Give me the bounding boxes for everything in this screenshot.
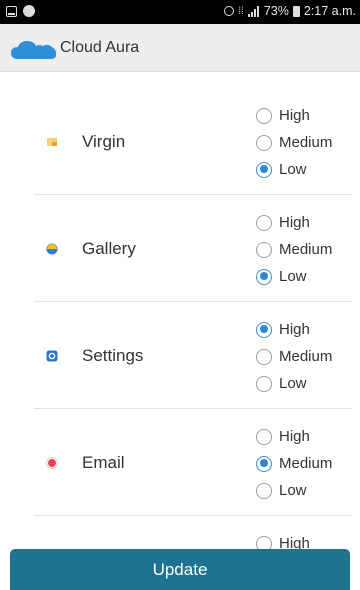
cloud-logo-icon — [11, 41, 57, 59]
settings-app-icon — [46, 350, 58, 362]
app-name: Settings — [82, 346, 144, 365]
app-priority-list: Virgin High Medium Low Gallery High Medi… — [0, 88, 360, 556]
option-low[interactable]: Low — [256, 477, 332, 504]
radio-high[interactable] — [256, 428, 272, 445]
clock: 2:17 a.m. — [303, 4, 356, 18]
vibrate-icon: ⁞⁞ — [238, 5, 244, 17]
option-medium[interactable]: Medium — [256, 129, 332, 156]
option-medium[interactable]: Medium — [256, 343, 332, 370]
whatsapp-notification-icon — [23, 5, 35, 17]
option-label: Low — [279, 161, 307, 178]
option-low[interactable]: Low — [256, 263, 332, 290]
app-bar: Cloud Aura — [0, 24, 360, 72]
priority-radio-group: High Medium Low — [256, 423, 332, 504]
option-label: High — [279, 107, 310, 124]
update-button[interactable]: Update — [10, 549, 350, 590]
app-name: Virgin — [82, 132, 126, 151]
option-label: High — [279, 214, 310, 231]
app-name: Gallery — [82, 239, 136, 258]
option-label: Medium — [279, 241, 333, 258]
option-medium[interactable]: Medium — [256, 236, 332, 263]
signal-icon — [247, 5, 260, 17]
option-medium[interactable]: Medium — [256, 450, 332, 477]
option-label: Medium — [279, 455, 333, 472]
status-left-icons — [6, 5, 35, 17]
radio-high[interactable] — [256, 321, 272, 338]
gallery-notification-icon — [6, 5, 17, 17]
radio-low[interactable] — [256, 375, 272, 392]
list-item-email: Email High Medium Low — [0, 409, 360, 516]
radio-low[interactable] — [256, 268, 272, 285]
option-label: Medium — [279, 348, 333, 365]
option-high[interactable]: High — [256, 102, 332, 129]
option-label: High — [279, 321, 310, 338]
battery-icon — [292, 5, 300, 17]
radio-medium[interactable] — [256, 455, 272, 472]
radio-high[interactable] — [256, 107, 272, 124]
list-item-virgin: Virgin High Medium Low — [0, 88, 360, 195]
priority-radio-group: High Medium Low — [256, 102, 332, 183]
list-item-gallery: Gallery High Medium Low — [0, 195, 360, 302]
virgin-app-icon — [47, 138, 57, 146]
radio-low[interactable] — [256, 482, 272, 499]
option-label: Low — [279, 482, 307, 499]
option-high[interactable]: High — [256, 209, 332, 236]
app-title: Cloud Aura — [60, 39, 140, 56]
radio-high[interactable] — [256, 214, 272, 231]
list-item-settings: Settings High Medium Low — [0, 302, 360, 409]
status-bar: ⁞⁞ 73% 2:17 a.m. — [0, 0, 360, 24]
radio-low[interactable] — [256, 161, 272, 178]
option-label: Low — [279, 268, 307, 285]
email-app-icon — [46, 457, 58, 469]
option-high[interactable]: High — [256, 316, 332, 343]
option-label: Low — [279, 375, 307, 392]
option-low[interactable]: Low — [256, 370, 332, 397]
status-right-icons: ⁞⁞ 73% 2:17 a.m. — [224, 4, 356, 18]
radio-medium[interactable] — [256, 134, 272, 151]
priority-radio-group: High Medium Low — [256, 316, 332, 397]
priority-radio-group: High Medium Low — [256, 209, 332, 290]
option-label: High — [279, 428, 310, 445]
radio-medium[interactable] — [256, 241, 272, 258]
gallery-app-icon — [46, 243, 58, 255]
battery-percent: 73% — [263, 4, 289, 18]
alarm-icon — [224, 6, 235, 16]
radio-medium[interactable] — [256, 348, 272, 365]
option-low[interactable]: Low — [256, 156, 332, 183]
option-high[interactable]: High — [256, 423, 332, 450]
option-label: Medium — [279, 134, 333, 151]
app-name: Email — [82, 453, 125, 472]
